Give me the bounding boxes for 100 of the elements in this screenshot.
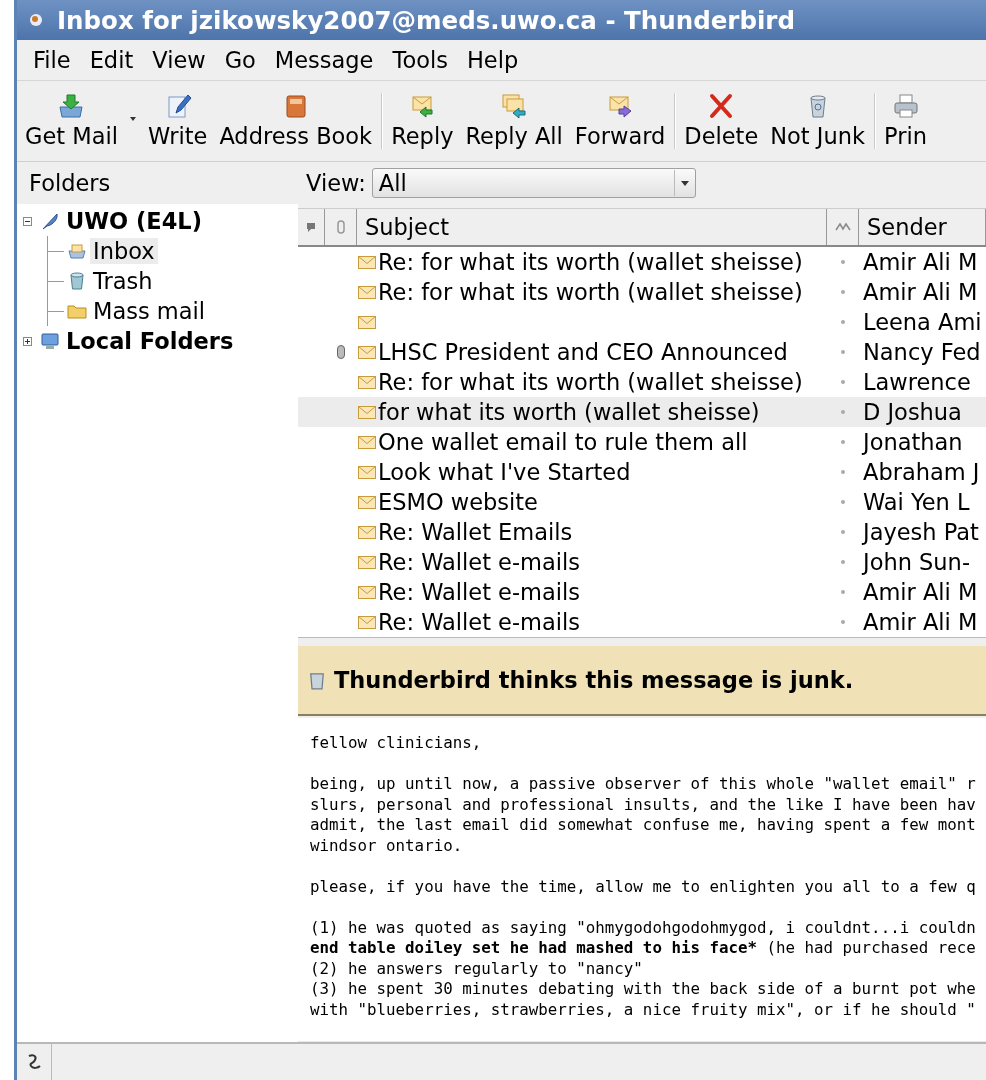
printer-icon — [891, 93, 920, 119]
message-row[interactable]: One wallet email to rule them all Jonathan — [298, 427, 986, 457]
message-text-line: admit, the last email did somewhat confuse me, having spent a few mont — [310, 815, 977, 836]
trash-can-icon — [67, 271, 87, 291]
message-row[interactable]: Re: Wallet Emails Jayesh Pat — [298, 517, 986, 547]
reply-all-icon — [500, 93, 529, 119]
envelope-icon — [357, 463, 377, 481]
envelope-icon — [357, 583, 377, 601]
caret-icon[interactable] — [129, 117, 136, 121]
menu-item[interactable]: Tools — [383, 47, 458, 73]
message-row[interactable]: Look what I've Started Abraham J — [298, 457, 986, 487]
message-text-line: (3) he spent 30 minutes debating with the back side of a burnt pot whe — [310, 979, 977, 1000]
toolbar-button[interactable]: Reply All — [459, 81, 569, 161]
toolbar-button[interactable]: Delete — [678, 81, 765, 161]
toolbar-button[interactable]: Prin — [878, 81, 933, 161]
envelope-icon — [357, 613, 377, 631]
message-sender: Amir Ali M — [862, 279, 979, 305]
envelope-icon — [357, 433, 377, 451]
message-text-line: windsor ontario. — [310, 835, 464, 856]
collapse-icon[interactable] — [22, 216, 32, 226]
message-text-line: (1) he was quoted as saying "ohmygodohgodohmygod, i couldnt...i couldn — [310, 917, 977, 938]
menu-item[interactable]: Go — [215, 47, 266, 73]
window-title: Inbox for jzikowsky2007@meds.uwo.ca - Thunderbird — [57, 5, 795, 35]
message-sender: Amir Ali M — [862, 249, 979, 275]
toolbar-button[interactable]: Reply — [385, 81, 460, 161]
message-text-line: with "blueberries, strawberries, a nice fruity mix", or if he should " — [310, 999, 977, 1020]
message-row[interactable]: Re: for what its worth (wallet sheisse) Amir Ali M — [298, 277, 986, 307]
view-dropdown[interactable]: All — [371, 168, 696, 198]
message-sender: Amir Ali M — [862, 609, 979, 635]
message-sender: Abraham J — [862, 459, 981, 485]
menu-item[interactable]: Message — [265, 47, 384, 73]
dot-icon — [840, 289, 846, 295]
message-subject: ESMO website — [378, 489, 538, 515]
folder-item[interactable]: Local Folders — [63, 328, 237, 354]
message-subject: Re: for what its worth (wallet sheisse) — [378, 369, 803, 395]
message-subject: Re: Wallet e-mails — [378, 579, 580, 605]
message-subject: Re: for what its worth (wallet sheisse) — [378, 249, 803, 275]
dot-icon — [840, 619, 846, 625]
envelope-icon — [357, 313, 377, 331]
dot-icon — [840, 559, 846, 565]
message-text-line: please, if you have the time, allow me to enlighten you all to a few q — [310, 876, 977, 897]
column-header[interactable]: Subject — [357, 209, 827, 245]
message-row[interactable]: Re: Wallet e-mails Amir Ali M — [298, 577, 986, 607]
message-sender: Wai Yen L — [862, 489, 971, 515]
message-sender: Lawrence — [862, 369, 972, 395]
feather-icon — [40, 211, 60, 231]
message-sender: John Sun- — [860, 549, 971, 575]
folder-item[interactable]: UWO (E4L) — [63, 208, 205, 234]
junk-notice: Thunderbird thinks this message is junk. — [334, 667, 854, 693]
envelope-icon — [357, 403, 377, 421]
envelope-icon — [357, 253, 377, 271]
message-row[interactable]: Re: Wallet e-mails John Sun- — [298, 547, 986, 577]
message-text-line: end table doiley set he had mashed to his face* (he had purchased rece — [310, 938, 977, 959]
pane-title: Folders — [29, 170, 111, 196]
dot-icon — [840, 349, 846, 355]
dot-icon — [840, 439, 846, 445]
folder-item[interactable]: Mass mail — [90, 298, 208, 324]
menu-item[interactable]: Edit — [80, 47, 144, 73]
view-label: View: — [306, 170, 366, 196]
dot-icon — [840, 589, 846, 595]
menu-item[interactable]: Help — [457, 47, 529, 73]
message-row[interactable]: Leena Ami — [298, 307, 986, 337]
folder-item[interactable]: Inbox — [90, 238, 158, 264]
message-sender: Nancy Fed — [862, 339, 982, 365]
message-row[interactable]: LHSC President and CEO Announced Nancy Fed — [298, 337, 986, 367]
message-sender: Jonathan — [860, 429, 964, 455]
message-row[interactable]: Re: for what its worth (wallet sheisse) Amir Ali M — [298, 247, 986, 277]
envelope-icon — [357, 283, 377, 301]
toolbar-button[interactable]: Forward — [568, 81, 672, 161]
toolbar-button[interactable]: Address Book — [213, 81, 379, 161]
dot-icon — [840, 409, 846, 415]
inbox-icon — [67, 242, 87, 260]
junk-status-icon[interactable] — [834, 222, 851, 232]
column-header[interactable]: Sender — [859, 209, 986, 245]
message-text-line: being, up until now, a passive observer of this whole "wallet email" r — [310, 774, 977, 795]
message-sender: Leena Ami — [862, 309, 983, 335]
app-icon — [29, 13, 43, 27]
message-text-line: (2) he answers regularly to "nancy" — [310, 958, 644, 979]
message-row[interactable]: Re: Wallet e-mails Amir Ali M — [298, 607, 986, 637]
message-row[interactable]: ESMO website Wai Yen L — [298, 487, 986, 517]
paperclip-icon[interactable] — [335, 220, 346, 234]
thread-icon[interactable] — [305, 221, 317, 233]
message-sender: D Joshua — [862, 399, 963, 425]
menu-item[interactable]: File — [24, 47, 81, 73]
message-row[interactable]: Re: for what its worth (wallet sheisse) Lawrence — [298, 367, 986, 397]
toolbar-button[interactable]: Get Mail — [19, 81, 124, 161]
message-sender: Amir Ali M — [862, 579, 979, 605]
online-status-icon[interactable] — [26, 1053, 42, 1071]
expand-icon[interactable] — [22, 336, 32, 346]
toolbar-button[interactable]: Write — [141, 81, 214, 161]
message-text-line: slurs, personal and professional insults, and the like I have been hav — [310, 794, 977, 815]
toolbar-button[interactable]: Not Junk — [764, 81, 872, 161]
menu-item[interactable]: View — [143, 47, 216, 73]
dot-icon — [840, 469, 846, 475]
dot-icon — [840, 319, 846, 325]
envelope-icon — [357, 523, 377, 541]
dot-icon — [840, 379, 846, 385]
folder-item[interactable]: Trash — [90, 268, 156, 294]
envelope-icon — [357, 553, 377, 571]
message-row[interactable]: for what its worth (wallet sheisse) D Joshua — [298, 397, 986, 427]
